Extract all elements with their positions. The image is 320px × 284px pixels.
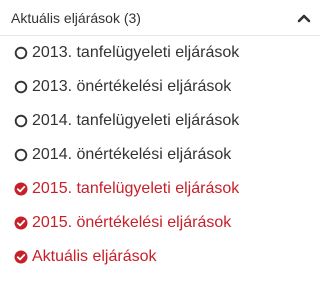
- list-item[interactable]: Aktuális eljárások: [0, 240, 320, 274]
- circle-outline-icon: [14, 114, 28, 128]
- list-item-label: 2013. tanfelügyeleti eljárások: [32, 44, 240, 61]
- procedure-list: 2013. tanfelügyeleti eljárások 2013. öné…: [0, 36, 320, 274]
- list-item[interactable]: 2014. tanfelügyeleti eljárások: [0, 104, 320, 138]
- list-item-label: Aktuális eljárások: [32, 248, 157, 265]
- list-item[interactable]: 2015. tanfelügyeleti eljárások: [0, 172, 320, 206]
- circle-outline-icon: [14, 46, 28, 60]
- list-item-label: 2013. önértékelési eljárások: [32, 78, 232, 95]
- chevron-up-icon[interactable]: [297, 11, 311, 25]
- list-item[interactable]: 2013. tanfelügyeleti eljárások: [0, 36, 320, 70]
- list-item[interactable]: 2013. önértékelési eljárások: [0, 70, 320, 104]
- list-item[interactable]: 2015. önértékelési eljárások: [0, 206, 320, 240]
- panel-header[interactable]: Aktuális eljárások (3): [0, 0, 320, 36]
- check-circle-icon: [14, 216, 28, 230]
- check-circle-icon: [14, 182, 28, 196]
- list-item-label: 2015. tanfelügyeleti eljárások: [32, 180, 240, 197]
- list-item-label: 2015. önértékelési eljárások: [32, 214, 232, 231]
- list-item[interactable]: 2014. önértékelési eljárások: [0, 138, 320, 172]
- list-item-label: 2014. tanfelügyeleti eljárások: [32, 112, 240, 129]
- list-item-label: 2014. önértékelési eljárások: [32, 146, 232, 163]
- procedures-panel: Aktuális eljárások (3) 2013. tanfelügyel…: [0, 0, 320, 284]
- check-circle-icon: [14, 250, 28, 264]
- panel-title: Aktuális eljárások (3): [11, 9, 141, 26]
- circle-outline-icon: [14, 80, 28, 94]
- circle-outline-icon: [14, 148, 28, 162]
